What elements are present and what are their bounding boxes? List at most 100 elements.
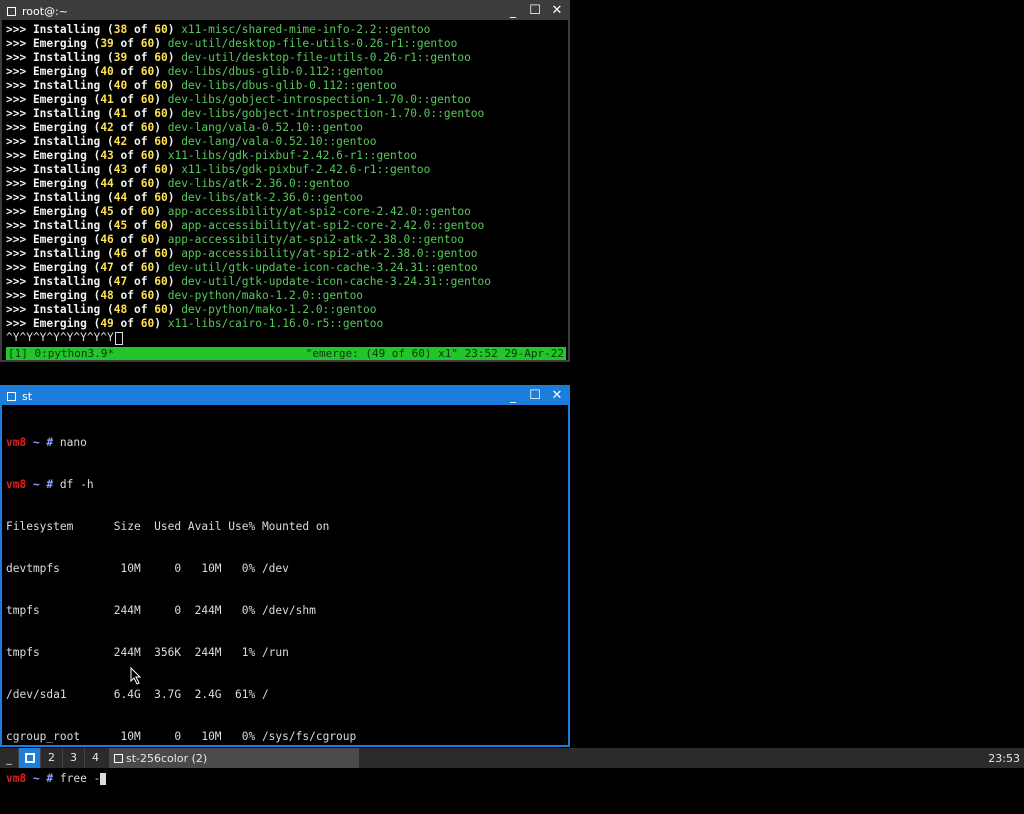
df-row: tmpfs 244M 356K 244M 1% /run xyxy=(6,646,289,659)
log-of: of xyxy=(113,121,141,134)
log-paren: ( xyxy=(100,303,114,316)
log-paren: ( xyxy=(86,317,101,330)
prompt-host: vm8 xyxy=(6,478,27,491)
log-paren: ( xyxy=(86,261,101,274)
log-action: >>> Installing xyxy=(6,107,101,120)
log-of: of xyxy=(113,37,141,50)
log-paren: ( xyxy=(100,275,114,288)
log-total: 60 xyxy=(140,205,155,218)
shell-line: vm8 ~ # df -h xyxy=(6,478,566,492)
emerge-log-line: >>> Emerging (47 of 60) dev-util/gtk-upd… xyxy=(6,261,566,275)
log-package: dev-libs/atk-2.36.0::gentoo xyxy=(167,177,350,190)
prompt-path: ~ # xyxy=(26,478,60,491)
terminal-window-emerge[interactable]: root@:~ _ ☐ ✕ >>> Installing (38 of 60) … xyxy=(0,0,570,362)
emerge-log-line: >>> Installing (39 of 60) dev-util/deskt… xyxy=(6,51,566,65)
log-of: of xyxy=(113,261,141,274)
log-total: 60 xyxy=(154,163,168,176)
taskbar-menu-button[interactable]: _ xyxy=(0,752,18,765)
log-paren: ( xyxy=(100,163,114,176)
close-button[interactable]: ✕ xyxy=(546,2,568,20)
log-current: 46 xyxy=(113,247,128,260)
terminal-input-line[interactable]: ^Y^Y^Y^Y^Y^Y^Y^Y xyxy=(6,331,566,345)
emerge-log-line: >>> Emerging (43 of 60) x11-libs/gdk-pix… xyxy=(6,149,566,163)
log-of: of xyxy=(113,289,141,302)
log-total: 60 xyxy=(154,247,168,260)
emerge-log-line: >>> Installing (46 of 60) app-accessibil… xyxy=(6,247,566,261)
log-action: >>> Emerging xyxy=(6,121,87,134)
log-package: dev-python/mako-1.2.0::gentoo xyxy=(167,289,364,302)
log-of: of xyxy=(127,23,155,36)
log-total: 60 xyxy=(140,121,155,134)
df-row: tmpfs 244M 0 244M 0% /dev/shm xyxy=(6,604,316,617)
command-input[interactable]: free - xyxy=(60,772,100,785)
log-paren: ( xyxy=(100,23,114,36)
log-of: of xyxy=(113,149,141,162)
log-paren: ) xyxy=(154,289,168,302)
log-of: of xyxy=(113,317,141,330)
workspace-3-button[interactable]: 3 xyxy=(62,748,84,768)
log-current: 39 xyxy=(113,51,128,64)
emerge-log-line: >>> Installing (45 of 60) app-accessibil… xyxy=(6,219,566,233)
log-total: 60 xyxy=(154,107,168,120)
log-paren: ) xyxy=(167,303,182,316)
log-total: 60 xyxy=(140,37,155,50)
log-paren: ( xyxy=(86,37,101,50)
log-paren: ( xyxy=(86,289,101,302)
log-current: 45 xyxy=(113,219,128,232)
log-current: 48 xyxy=(113,303,128,316)
log-package: dev-libs/gobject-introspection-1.70.0::g… xyxy=(167,93,471,106)
prompt-path: ~ # xyxy=(26,772,60,785)
log-package: dev-libs/dbus-glib-0.112::gentoo xyxy=(167,65,384,78)
window-menu-icon[interactable] xyxy=(7,6,16,16)
log-current: 39 xyxy=(100,37,114,50)
window-menu-icon[interactable] xyxy=(7,391,16,401)
log-action: >>> Emerging xyxy=(6,205,87,218)
emerge-log-line: >>> Installing (47 of 60) dev-util/gtk-u… xyxy=(6,275,566,289)
terminal-window-st[interactable]: st _ ☐ ✕ vm8 ~ # nano vm8 ~ # df -h File… xyxy=(0,385,570,785)
log-of: of xyxy=(127,135,155,148)
log-total: 60 xyxy=(140,149,155,162)
workspace-4-button[interactable]: 4 xyxy=(84,748,106,768)
window-title: root@:~ xyxy=(22,4,68,18)
minimize-button[interactable]: _ xyxy=(502,387,524,405)
log-action: >>> Emerging xyxy=(6,289,87,302)
log-paren: ( xyxy=(86,177,101,190)
df-row: devtmpfs 10M 0 10M 0% /dev xyxy=(6,562,289,575)
shell-line-active[interactable]: vm8 ~ # free - xyxy=(6,772,566,786)
log-of: of xyxy=(113,93,141,106)
emerge-log-line: >>> Installing (38 of 60) x11-misc/share… xyxy=(6,23,566,37)
log-total: 60 xyxy=(140,317,155,330)
terminal-output[interactable]: >>> Installing (38 of 60) x11-misc/share… xyxy=(6,23,566,345)
log-of: of xyxy=(113,233,141,246)
log-current: 46 xyxy=(100,233,114,246)
log-of: of xyxy=(127,51,155,64)
log-paren: ) xyxy=(154,261,168,274)
log-current: 44 xyxy=(113,191,128,204)
df-row: /dev/sda1 6.4G 3.7G 2.4G 61% / xyxy=(6,688,269,701)
minimize-button[interactable]: _ xyxy=(502,2,524,20)
log-package: x11-libs/cairo-1.16.0-r5::gentoo xyxy=(167,317,384,330)
close-button[interactable]: ✕ xyxy=(546,387,568,405)
df-row: cgroup_root 10M 0 10M 0% /sys/fs/cgroup xyxy=(6,730,357,743)
workspace-1-button[interactable] xyxy=(18,748,40,768)
log-action: >>> Installing xyxy=(6,135,101,148)
emerge-log-line: >>> Emerging (48 of 60) dev-python/mako-… xyxy=(6,289,566,303)
log-package: dev-util/desktop-file-utils-0.26-r1::gen… xyxy=(181,51,471,64)
log-paren: ( xyxy=(100,219,114,232)
shell-line: vm8 ~ # nano xyxy=(6,436,566,450)
log-paren: ) xyxy=(154,317,168,330)
window-titlebar[interactable]: st _ ☐ ✕ xyxy=(2,387,568,405)
emerge-log-line: >>> Emerging (42 of 60) dev-lang/vala-0.… xyxy=(6,121,566,135)
emerge-log-line: >>> Installing (40 of 60) dev-libs/dbus-… xyxy=(6,79,566,93)
window-icon xyxy=(114,753,123,763)
window-titlebar[interactable]: root@:~ _ ☐ ✕ xyxy=(2,2,568,20)
log-of: of xyxy=(127,163,155,176)
log-paren: ) xyxy=(154,205,168,218)
workspace-2-button[interactable]: 2 xyxy=(40,748,62,768)
window-title: st xyxy=(22,389,33,403)
taskbar-clock: 23:53 xyxy=(988,751,1020,765)
maximize-button[interactable]: ☐ xyxy=(524,2,546,20)
log-paren: ) xyxy=(154,177,168,190)
maximize-button[interactable]: ☐ xyxy=(524,387,546,405)
taskbar-task-st[interactable]: st-256color (2) xyxy=(109,748,359,768)
